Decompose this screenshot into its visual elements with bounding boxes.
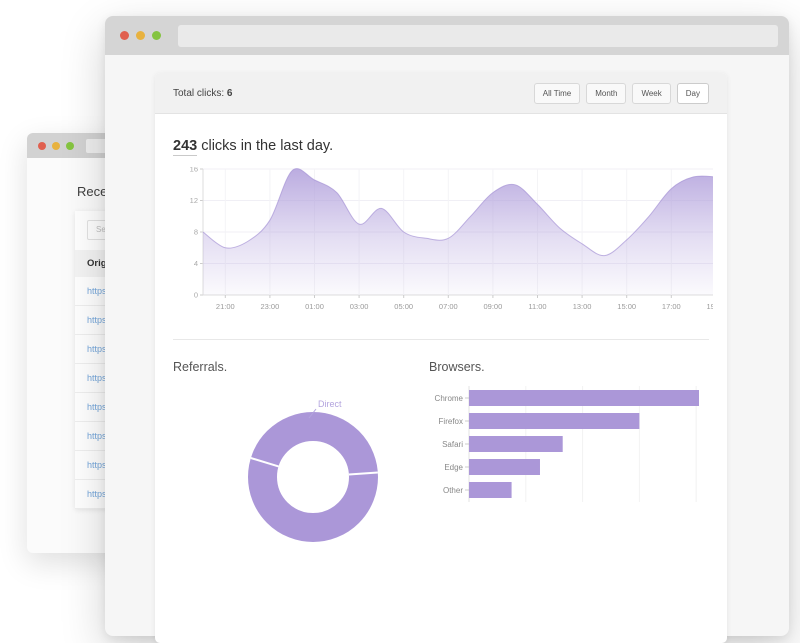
url-bar[interactable] — [178, 25, 778, 47]
window-close-icon[interactable] — [38, 142, 46, 150]
referrals-section: Referrals. Direct — [173, 360, 429, 552]
browsers-bar-chart: ChromeFirefoxSafariEdgeOther — [429, 386, 709, 506]
svg-text:Direct: Direct — [318, 399, 342, 409]
filter-button-week[interactable]: Week — [632, 83, 670, 104]
section-divider — [173, 339, 709, 340]
referrals-title: Referrals. — [173, 360, 429, 374]
svg-text:09:00: 09:00 — [484, 302, 503, 311]
filter-button-day[interactable]: Day — [677, 83, 709, 104]
svg-text:Edge: Edge — [444, 463, 463, 472]
svg-text:03:00: 03:00 — [350, 302, 369, 311]
window-minimize-icon[interactable] — [52, 142, 60, 150]
svg-text:17:00: 17:00 — [662, 302, 681, 311]
card-header: Total clicks: 6 All Time Month Week Day — [155, 73, 727, 114]
window-close-icon[interactable] — [120, 31, 129, 40]
svg-text:23:00: 23:00 — [261, 302, 280, 311]
time-filter-group: All Time Month Week Day — [534, 83, 709, 104]
total-clicks-value: 6 — [227, 88, 233, 99]
filter-button-all-time[interactable]: All Time — [534, 83, 580, 104]
card-body: 243 clicks in the last day. 0 4 8 12 16 21:00… — [155, 114, 727, 552]
analytics-card: Total clicks: 6 All Time Month Week Day 243… — [155, 73, 727, 643]
svg-text:Firefox: Firefox — [439, 417, 463, 426]
window-minimize-icon[interactable] — [136, 31, 145, 40]
svg-text:16: 16 — [190, 167, 198, 174]
window-zoom-icon[interactable] — [152, 31, 161, 40]
svg-text:0: 0 — [194, 291, 198, 300]
svg-text:8: 8 — [194, 228, 198, 237]
filter-button-month[interactable]: Month — [586, 83, 626, 104]
svg-text:21:00: 21:00 — [216, 302, 235, 311]
total-clicks: Total clicks: 6 — [173, 88, 232, 99]
svg-text:12: 12 — [190, 196, 198, 205]
svg-text:11:00: 11:00 — [528, 302, 546, 311]
svg-text:4: 4 — [194, 259, 198, 268]
svg-text:Safari: Safari — [442, 440, 463, 449]
headline-count: 243 — [173, 138, 197, 156]
svg-text:05:00: 05:00 — [394, 302, 413, 311]
svg-text:19:00: 19:00 — [707, 302, 713, 311]
clicks-area-chart: 0 4 8 12 16 21:00 23:00 01:00 03:00 05:00 07:00 09:… — [173, 167, 713, 317]
browsers-section: Browsers. ChromeFirefoxSafariEdgeOther — [429, 360, 709, 552]
svg-text:Chrome: Chrome — [435, 394, 464, 403]
front-window-titlebar — [105, 16, 789, 55]
front-browser-window: Total clicks: 6 All Time Month Week Day 243… — [105, 16, 789, 636]
headline-text: clicks in the last day. — [197, 138, 333, 154]
svg-text:07:00: 07:00 — [439, 302, 458, 311]
browsers-title: Browsers. — [429, 360, 709, 374]
headline: 243 clicks in the last day. — [173, 138, 709, 154]
svg-text:01:00: 01:00 — [305, 302, 324, 311]
svg-text:15:00: 15:00 — [617, 302, 636, 311]
front-window-body: Total clicks: 6 All Time Month Week Day 243… — [105, 73, 789, 643]
bottom-sections: Referrals. Direct Browsers. Chrome Firefo… — [173, 360, 709, 552]
referrals-donut-chart: Direct — [228, 392, 398, 552]
total-clicks-label: Total clicks: — [173, 88, 224, 99]
window-zoom-icon[interactable] — [66, 142, 74, 150]
svg-text:13:00: 13:00 — [573, 302, 592, 311]
